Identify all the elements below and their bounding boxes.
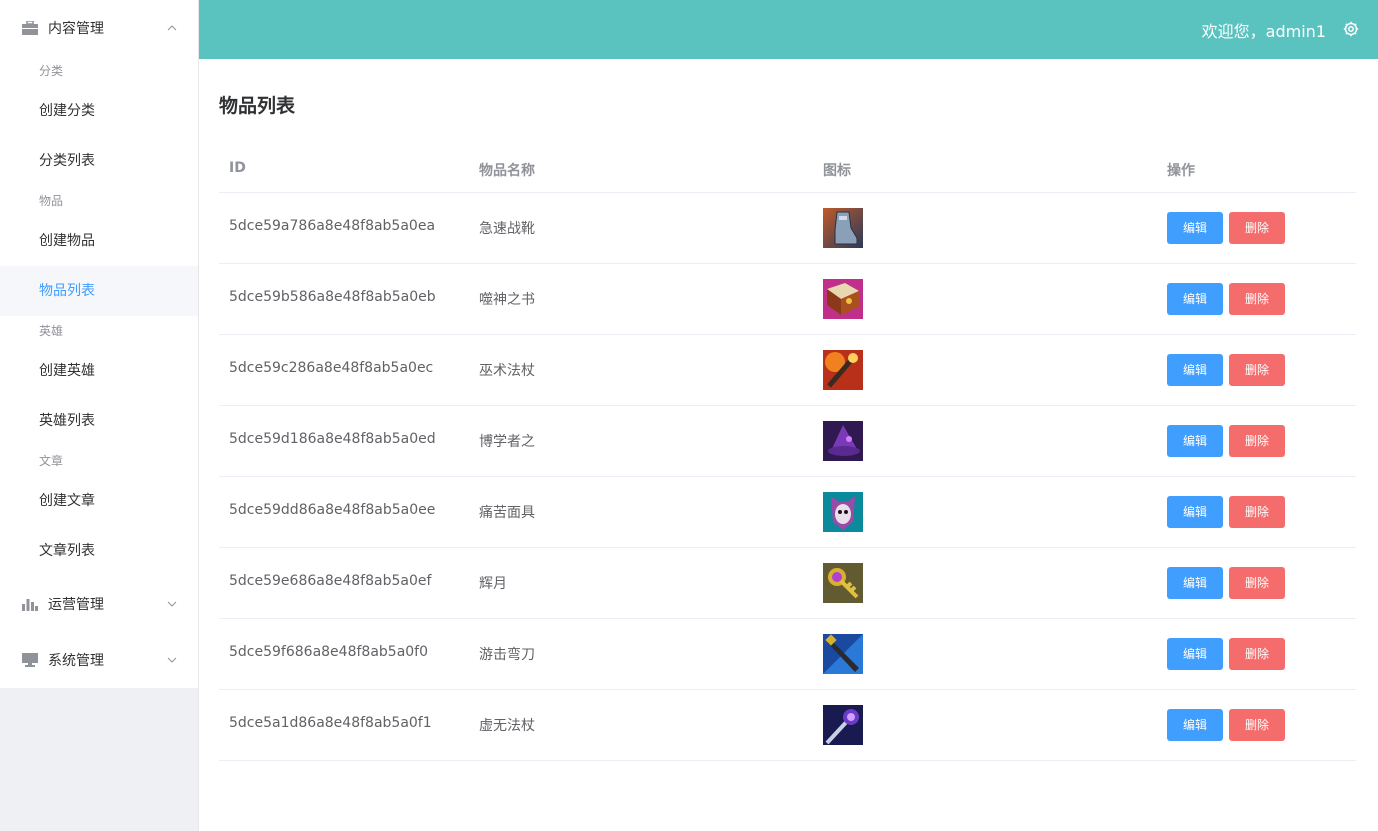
column-header-name: 物品名称 bbox=[479, 163, 535, 179]
moon-key-icon bbox=[823, 563, 863, 603]
table-row: 5dce59a786a8e48f8ab5a0ea 急速战靴 编辑 删除 bbox=[219, 193, 1356, 264]
item-name: 游击弯刀 bbox=[479, 647, 535, 663]
sidebar: 内容管理 分类 创建分类 分类列表 物品 创建物品 物品列表 英雄 创建英雄 英… bbox=[0, 0, 199, 831]
void-staff-icon bbox=[823, 705, 863, 745]
submenu-content-management[interactable]: 内容管理 bbox=[0, 0, 198, 56]
bar-chart-icon bbox=[22, 596, 38, 612]
item-id: 5dce59e686a8e48f8ab5a0ef bbox=[229, 573, 432, 589]
item-name: 急速战靴 bbox=[479, 221, 535, 237]
submenu-label: 内容管理 bbox=[48, 21, 104, 37]
submenu-label: 运营管理 bbox=[48, 597, 104, 613]
table-row: 5dce59d186a8e48f8ab5a0ed 博学者之 编辑 删除 bbox=[219, 406, 1356, 477]
edit-button[interactable]: 编辑 bbox=[1167, 283, 1223, 315]
table-row: 5dce59e686a8e48f8ab5a0ef 辉月 编辑 删除 bbox=[219, 548, 1356, 619]
edit-button[interactable]: 编辑 bbox=[1167, 638, 1223, 670]
chevron-down-icon bbox=[167, 657, 177, 663]
staff-icon bbox=[823, 350, 863, 390]
edit-button[interactable]: 编辑 bbox=[1167, 567, 1223, 599]
page-title: 物品列表 bbox=[219, 95, 296, 117]
menu-item-article-list[interactable]: 文章列表 bbox=[0, 526, 198, 576]
menu-item-create-article[interactable]: 创建文章 bbox=[0, 476, 198, 526]
item-id: 5dce5a1d86a8e48f8ab5a0f1 bbox=[229, 715, 432, 731]
group-title-category: 分类 bbox=[39, 64, 64, 78]
item-id: 5dce59dd86a8e48f8ab5a0ee bbox=[229, 502, 436, 518]
item-id: 5dce59a786a8e48f8ab5a0ea bbox=[229, 218, 436, 234]
group-title-heroes: 英雄 bbox=[39, 324, 64, 338]
column-header-id: ID bbox=[229, 160, 246, 176]
item-name: 噬神之书 bbox=[479, 292, 535, 308]
item-name: 虚无法杖 bbox=[479, 718, 535, 734]
column-header-icon: 图标 bbox=[823, 163, 851, 179]
delete-button[interactable]: 删除 bbox=[1229, 496, 1285, 528]
briefcase-icon bbox=[22, 20, 38, 36]
chevron-up-icon bbox=[167, 25, 177, 31]
delete-button[interactable]: 删除 bbox=[1229, 709, 1285, 741]
column-header-actions: 操作 bbox=[1167, 163, 1195, 179]
table-row: 5dce59dd86a8e48f8ab5a0ee 痛苦面具 编辑 删除 bbox=[219, 477, 1356, 548]
delete-button[interactable]: 删除 bbox=[1229, 638, 1285, 670]
gear-icon[interactable] bbox=[1343, 21, 1359, 37]
item-id: 5dce59b586a8e48f8ab5a0eb bbox=[229, 289, 436, 305]
sidebar-menu: 内容管理 分类 创建分类 分类列表 物品 创建物品 物品列表 英雄 创建英雄 英… bbox=[0, 0, 198, 688]
table-row: 5dce59c286a8e48f8ab5a0ec 巫术法杖 编辑 删除 bbox=[219, 335, 1356, 406]
mask-icon bbox=[823, 492, 863, 532]
top-header: 欢迎您，admin1 bbox=[199, 0, 1378, 59]
delete-button[interactable]: 删除 bbox=[1229, 283, 1285, 315]
delete-button[interactable]: 删除 bbox=[1229, 567, 1285, 599]
item-name: 博学者之 bbox=[479, 434, 535, 450]
table-header: ID 物品名称 图标 操作 bbox=[219, 148, 1356, 193]
item-name: 痛苦面具 bbox=[479, 505, 535, 521]
submenu-operations-management[interactable]: 运营管理 bbox=[0, 576, 198, 632]
menu-item-create-item[interactable]: 创建物品 bbox=[0, 216, 198, 266]
submenu-label: 系统管理 bbox=[48, 653, 104, 669]
menu-item-hero-list[interactable]: 英雄列表 bbox=[0, 396, 198, 446]
hat-icon bbox=[823, 421, 863, 461]
delete-button[interactable]: 删除 bbox=[1229, 354, 1285, 386]
item-name: 辉月 bbox=[479, 576, 507, 592]
group-title-items: 物品 bbox=[39, 194, 64, 208]
main-content: 物品列表 ID 物品名称 图标 操作 5dce59a786a8e48f8ab5a… bbox=[199, 59, 1378, 831]
menu-item-create-category[interactable]: 创建分类 bbox=[0, 86, 198, 136]
edit-button[interactable]: 编辑 bbox=[1167, 425, 1223, 457]
table-row: 5dce59f686a8e48f8ab5a0f0 游击弯刀 编辑 删除 bbox=[219, 619, 1356, 690]
edit-button[interactable]: 编辑 bbox=[1167, 212, 1223, 244]
menu-item-item-list[interactable]: 物品列表 bbox=[0, 266, 198, 316]
menu-item-create-hero[interactable]: 创建英雄 bbox=[0, 346, 198, 396]
menu-item-category-list[interactable]: 分类列表 bbox=[0, 136, 198, 186]
edit-button[interactable]: 编辑 bbox=[1167, 709, 1223, 741]
chevron-down-icon bbox=[167, 601, 177, 607]
table-row: 5dce5a1d86a8e48f8ab5a0f1 虚无法杖 编辑 删除 bbox=[219, 690, 1356, 761]
welcome-text: 欢迎您，admin1 bbox=[1201, 22, 1326, 41]
boots-icon bbox=[823, 208, 863, 248]
submenu-system-management[interactable]: 系统管理 bbox=[0, 632, 198, 688]
monitor-icon bbox=[22, 652, 38, 668]
item-id: 5dce59f686a8e48f8ab5a0f0 bbox=[229, 644, 429, 660]
item-id: 5dce59c286a8e48f8ab5a0ec bbox=[229, 360, 434, 376]
book-icon bbox=[823, 279, 863, 319]
item-id: 5dce59d186a8e48f8ab5a0ed bbox=[229, 431, 436, 447]
item-name: 巫术法杖 bbox=[479, 363, 535, 379]
delete-button[interactable]: 删除 bbox=[1229, 212, 1285, 244]
blade-icon bbox=[823, 634, 863, 674]
edit-button[interactable]: 编辑 bbox=[1167, 496, 1223, 528]
edit-button[interactable]: 编辑 bbox=[1167, 354, 1223, 386]
delete-button[interactable]: 删除 bbox=[1229, 425, 1285, 457]
group-title-articles: 文章 bbox=[39, 454, 64, 468]
table-row: 5dce59b586a8e48f8ab5a0eb 噬神之书 编辑 删除 bbox=[219, 264, 1356, 335]
